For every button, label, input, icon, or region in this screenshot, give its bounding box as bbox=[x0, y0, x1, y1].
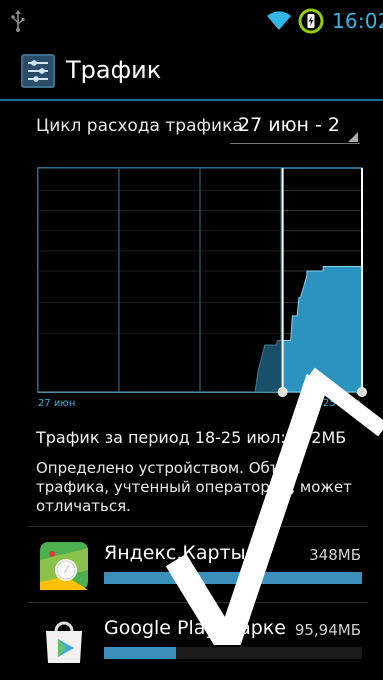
usage-bar-fill bbox=[104, 572, 362, 584]
chart-selection-end-handle bbox=[357, 387, 367, 397]
dropdown-arrow-icon bbox=[348, 132, 358, 142]
status-time: 16:02 bbox=[332, 9, 383, 33]
cycle-dropdown[interactable]: 27 июн - 2 bbox=[230, 108, 360, 144]
usage-bar-fill bbox=[104, 647, 177, 659]
usb-icon bbox=[11, 10, 25, 32]
yandex-maps-icon bbox=[40, 542, 88, 590]
x-axis-start-label: 27 июн bbox=[38, 398, 76, 409]
status-bar: 16:02 bbox=[0, 0, 383, 40]
app-row-google-play[interactable]: Google Play Марке 95,94МБ bbox=[0, 605, 383, 680]
dropdown-underline bbox=[230, 143, 360, 144]
usage-summary: Трафик за период 18-25 июл: 472МБ bbox=[36, 428, 347, 447]
usage-bar-track bbox=[104, 647, 362, 659]
page-title: Трафик bbox=[66, 56, 162, 84]
chart-unselected-overlay bbox=[38, 168, 283, 392]
cycle-label: Цикл расхода трафика bbox=[36, 116, 243, 136]
usage-bar-track bbox=[104, 572, 362, 584]
wifi-icon bbox=[267, 11, 291, 30]
app-size: 95,94МБ bbox=[294, 621, 361, 639]
action-bar-divider bbox=[0, 99, 383, 101]
app-row-yandex-maps[interactable]: Яндекс.Карты 348МБ bbox=[0, 530, 383, 605]
cycle-value: 27 июн - 2 bbox=[238, 114, 341, 136]
x-axis-end-label: 25 июл bbox=[323, 398, 361, 409]
usage-chart bbox=[37, 167, 367, 397]
data-usage-icon[interactable] bbox=[20, 53, 56, 89]
google-play-icon bbox=[46, 621, 82, 663]
app-name: Google Play Марке bbox=[104, 617, 286, 639]
chart-selection-start-handle bbox=[277, 387, 288, 397]
app-size: 348МБ bbox=[309, 546, 361, 564]
action-bar: Трафик bbox=[0, 40, 383, 102]
divider bbox=[28, 602, 368, 603]
app-name: Яндекс.Карты bbox=[104, 542, 246, 564]
usage-note: Определено устройством. Объем трафика, у… bbox=[36, 459, 352, 515]
divider bbox=[28, 526, 368, 527]
battery-charging-icon bbox=[298, 8, 324, 34]
